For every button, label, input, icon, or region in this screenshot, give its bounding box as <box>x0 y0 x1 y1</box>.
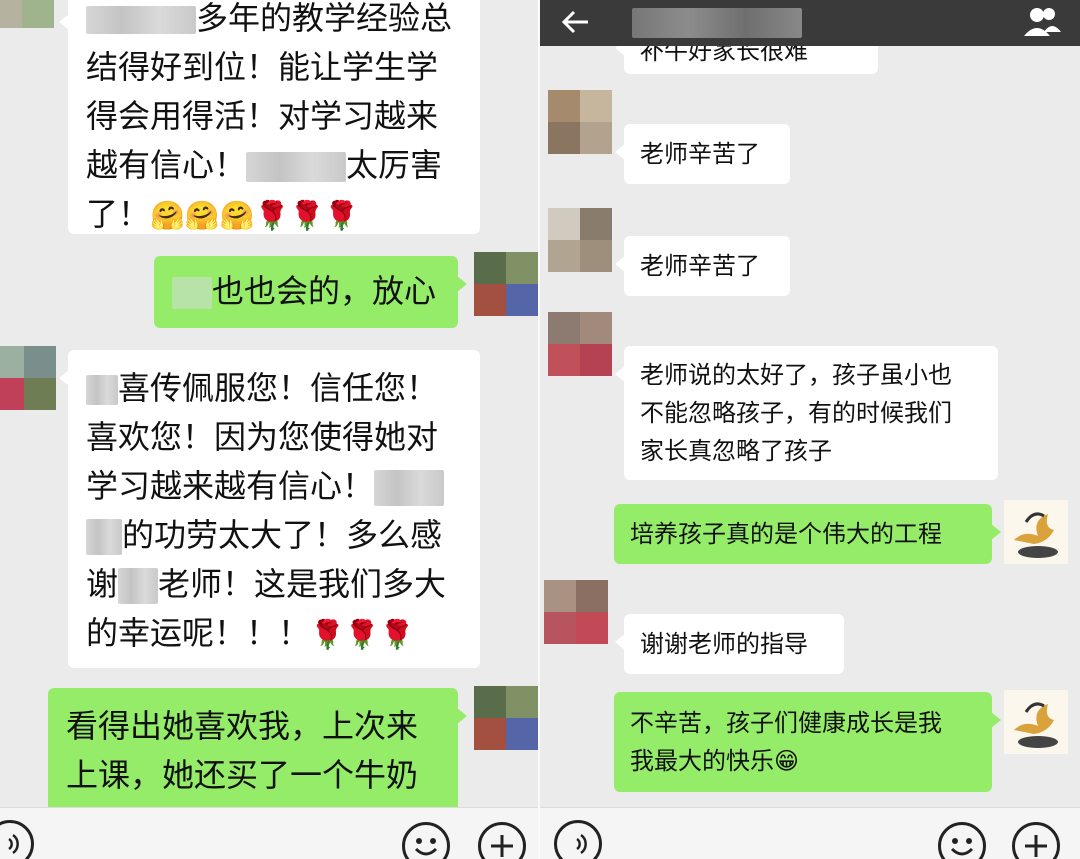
input-toolbar <box>540 807 1080 859</box>
message-line: 学习越来越有信心！ <box>68 462 480 511</box>
received-message[interactable]: 谢谢老师的指导 <box>615 614 844 674</box>
message-line: 我最大的快乐😁 <box>630 747 800 775</box>
bird-logo-icon <box>1014 702 1058 748</box>
message-line: 得会用得活！对学习越来 <box>86 97 439 135</box>
blurred-name <box>86 519 122 555</box>
blurred-name <box>118 568 159 604</box>
contact-info-icon[interactable] <box>1022 4 1062 38</box>
contact-avatar[interactable] <box>548 208 612 272</box>
message-line: 喜欢您！因为您使得她对 <box>86 418 439 456</box>
received-message[interactable]: 喜传佩服您！信任您！ 喜欢您！因为您使得她对 学习越来越有信心！ 的功劳太大了！… <box>59 350 480 668</box>
plus-icon[interactable] <box>1012 822 1060 859</box>
blurred-chat-title <box>632 8 802 38</box>
message-line: 谢老师！这是我们多大 <box>86 565 447 604</box>
emoji-string: 🤗🤗🤗🌹🌹🌹 <box>150 199 360 232</box>
received-message[interactable]: 多年的教学经验总 结得好到位！能让学生学 得会用得活！对学习越来 越有信心！ 太厉… <box>59 0 480 234</box>
plus-icon[interactable] <box>478 822 526 859</box>
sent-message[interactable]: 培养孩子真的是个伟大的工程 <box>614 504 1001 564</box>
message-line: 老师说的太好了，孩子虽小也 <box>640 361 952 389</box>
self-avatar[interactable] <box>1004 690 1068 754</box>
received-message[interactable]: 老师辛苦了 <box>615 124 790 184</box>
bird-logo-icon <box>1014 512 1058 558</box>
message-line: 家长真忽略了孩子 <box>640 437 832 465</box>
received-message[interactable]: 老师说的太好了，孩子虽小也 不能忽略孩子，有的时候我们 家长真忽略了孩子 <box>615 346 998 480</box>
contact-avatar[interactable] <box>544 580 608 644</box>
message-line: 的功劳太大了！多么感 <box>68 511 480 560</box>
message-line: 多年的教学经验总 <box>68 0 480 43</box>
back-arrow-icon[interactable] <box>558 4 594 40</box>
contact-avatar[interactable] <box>548 312 612 376</box>
message-line: 老师辛苦了 <box>640 140 760 168</box>
left-chat-panel: 多年的教学经验总 结得好到位！能让学生学 得会用得活！对学习越来 越有信心！ 太厉… <box>0 0 540 859</box>
voice-input-icon[interactable] <box>0 820 34 859</box>
emoji-icon[interactable] <box>402 822 450 859</box>
blurred-name <box>86 375 118 405</box>
message-line: 不辛苦，孩子们健康成长是我 <box>630 709 942 737</box>
self-avatar[interactable] <box>474 252 538 316</box>
self-avatar[interactable] <box>474 686 538 750</box>
message-line: 喜传佩服您！信任您！ <box>68 350 480 413</box>
emoji-string: 🌹🌹🌹 <box>310 618 415 651</box>
received-message[interactable]: 老师辛苦了 <box>615 236 790 296</box>
blurred-name <box>374 470 445 506</box>
message-line: 了！🤗🤗🤗🌹🌹🌹 <box>86 195 360 233</box>
blurred-name <box>246 152 347 182</box>
right-chat-panel: 补牛好家长很难 老师辛苦了 老师辛苦了 老师说的太好了，孩子虽小也 不能忽略孩子… <box>540 0 1080 859</box>
input-toolbar <box>0 807 540 859</box>
message-line: 结得好到位！能让学生学 <box>86 48 439 86</box>
message-line: 看得出她喜欢我，上次来 <box>66 707 419 745</box>
blurred-name <box>172 277 212 309</box>
contact-avatar[interactable] <box>0 0 54 28</box>
sent-message[interactable]: 也也会的，放心 <box>154 256 467 328</box>
contact-avatar[interactable] <box>548 90 612 154</box>
emoji-string: 😁 <box>774 747 800 775</box>
blurred-name <box>86 6 196 34</box>
message-line: 谢谢老师的指导 <box>640 630 808 658</box>
message-line: 也也会的，放心 <box>154 256 458 316</box>
sent-message[interactable]: 不辛苦，孩子们健康成长是我 我最大的快乐😁 <box>614 692 1001 792</box>
message-line: 的幸运呢！！！🌹🌹🌹 <box>86 614 415 652</box>
sent-message[interactable]: 看得出她喜欢我，上次来 上课，她还买了一个牛奶 <box>48 688 467 818</box>
self-avatar[interactable] <box>1004 500 1068 564</box>
emoji-icon[interactable] <box>938 822 986 859</box>
message-line: 不能忽略孩子，有的时候我们 <box>640 399 952 427</box>
message-line: 培养孩子真的是个伟大的工程 <box>630 520 942 548</box>
message-line: 老师辛苦了 <box>640 252 760 280</box>
message-line: 上课，她还买了一个牛奶 <box>66 756 419 794</box>
chat-header <box>540 0 1080 46</box>
message-line: 越有信心！ 太厉害 <box>86 146 443 184</box>
voice-input-icon[interactable] <box>554 820 602 859</box>
contact-avatar[interactable] <box>0 346 56 410</box>
